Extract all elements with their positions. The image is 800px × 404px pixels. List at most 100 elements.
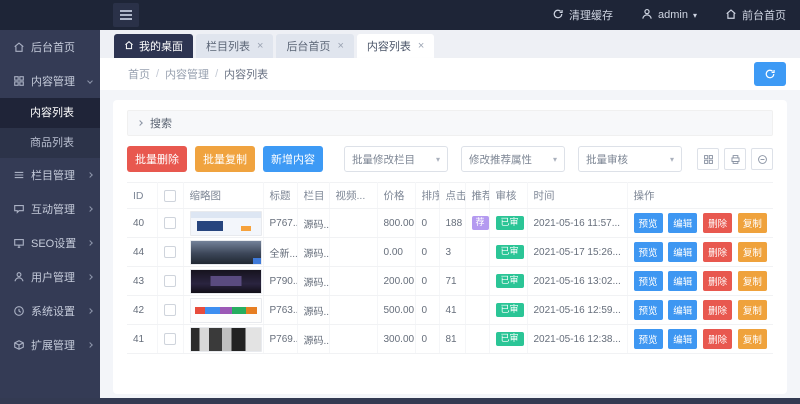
sidebar-item-system-settings[interactable]: 系统设置 <box>0 294 100 328</box>
batch-review-select[interactable]: 批量审核 ▾ <box>578 146 682 172</box>
clear-cache-label: 清理缓存 <box>569 7 613 23</box>
preview-button[interactable]: 预览 <box>634 300 663 320</box>
add-content-button[interactable]: 新增内容 <box>263 146 323 172</box>
cell-clicks: 188 <box>439 209 465 238</box>
cell-id: 42 <box>127 296 157 325</box>
tab-my-desktop[interactable]: 我的桌面 <box>114 34 193 58</box>
delete-button[interactable]: 删除 <box>703 271 732 291</box>
col-actions: 操作 <box>627 183 773 209</box>
edit-button[interactable]: 编辑 <box>668 271 697 291</box>
row-checkbox[interactable] <box>164 246 176 258</box>
row-checkbox[interactable] <box>164 217 176 229</box>
tab-content-list[interactable]: 内容列表 × <box>357 34 434 58</box>
username: admin <box>658 9 688 21</box>
sidebar-item-column-mgmt[interactable]: 栏目管理 <box>0 158 100 192</box>
preview-button[interactable]: 预览 <box>634 242 663 262</box>
user-menu[interactable]: admin ▾ <box>627 0 711 30</box>
preview-button[interactable]: 预览 <box>634 213 663 233</box>
select-all-checkbox[interactable] <box>164 190 176 202</box>
batch-copy-button[interactable]: 批量复制 <box>195 146 255 172</box>
refresh-page-button[interactable] <box>754 62 786 86</box>
cell-time: 2021-05-16 12:59... <box>527 296 627 325</box>
cell-id: 43 <box>127 267 157 296</box>
tab-column-list[interactable]: 栏目列表 × <box>196 34 273 58</box>
sidebar-item-label: 扩展管理 <box>31 337 75 353</box>
delete-button[interactable]: 删除 <box>703 213 732 233</box>
breadcrumb-content-mgmt[interactable]: 内容管理 <box>165 66 209 82</box>
sidebar-item-label: SEO设置 <box>31 235 76 251</box>
cell-clicks: 81 <box>439 325 465 354</box>
thumbnail-image <box>190 240 262 265</box>
sidebar-item-dashboard[interactable]: 后台首页 <box>0 30 100 64</box>
copy-button[interactable]: 复制 <box>738 213 767 233</box>
col-video: 视频... <box>329 183 377 209</box>
print-icon <box>730 154 741 165</box>
copy-button[interactable]: 复制 <box>738 329 767 349</box>
edit-button[interactable]: 编辑 <box>668 213 697 233</box>
batch-modify-column-select[interactable]: 批量修改栏目 ▾ <box>344 146 448 172</box>
table-row: 40 P767... 源码... 800.00 0 188 荐 已审 2021-… <box>127 209 773 238</box>
cell-id: 41 <box>127 325 157 354</box>
clear-cache-button[interactable]: 清理缓存 <box>538 0 627 30</box>
close-icon[interactable]: × <box>337 40 343 52</box>
row-checkbox[interactable] <box>164 275 176 287</box>
bottom-edge <box>0 398 800 404</box>
monitor-icon <box>13 237 25 249</box>
delete-button[interactable]: 删除 <box>703 329 732 349</box>
caret-down-icon: ▾ <box>436 155 440 164</box>
chevron-right-icon <box>87 274 93 280</box>
delete-button[interactable]: 删除 <box>703 300 732 320</box>
breadcrumb-separator: / <box>156 68 159 80</box>
modify-recommend-select[interactable]: 修改推荐属性 ▾ <box>461 146 565 172</box>
tab-label: 内容列表 <box>367 38 411 54</box>
sidebar-item-seo-settings[interactable]: SEO设置 <box>0 226 100 260</box>
close-icon[interactable]: × <box>418 40 424 52</box>
cell-price: 800.00 <box>377 209 415 238</box>
review-badge: 已审 <box>496 303 524 317</box>
col-review: 审核 <box>489 183 527 209</box>
breadcrumb-home[interactable]: 首页 <box>128 66 150 82</box>
breadcrumb-separator: / <box>215 68 218 80</box>
delete-button[interactable]: 删除 <box>703 242 732 262</box>
edit-button[interactable]: 编辑 <box>668 242 697 262</box>
cell-title: P790... <box>263 267 297 296</box>
edit-button[interactable]: 编辑 <box>668 329 697 349</box>
sidebar-item-extension-mgmt[interactable]: 扩展管理 <box>0 328 100 362</box>
export-button[interactable] <box>751 148 773 170</box>
sidebar-item-content-list[interactable]: 内容列表 <box>0 98 100 128</box>
sidebar-item-label: 内容管理 <box>31 73 75 89</box>
sidebar-item-label: 用户管理 <box>31 269 75 285</box>
cell-category: 源码... <box>297 267 329 296</box>
search-collapse-panel[interactable]: 搜索 <box>127 110 773 136</box>
sidebar-item-content-mgmt[interactable]: 内容管理 <box>0 64 100 98</box>
copy-button[interactable]: 复制 <box>738 271 767 291</box>
edit-button[interactable]: 编辑 <box>668 300 697 320</box>
tab-bar: 我的桌面 栏目列表 × 后台首页 × 内容列表 × <box>100 30 800 58</box>
sidebar-item-product-list[interactable]: 商品列表 <box>0 128 100 158</box>
print-button[interactable] <box>724 148 746 170</box>
copy-button[interactable]: 复制 <box>738 300 767 320</box>
search-panel-label: 搜索 <box>150 115 172 131</box>
sidebar-item-label: 后台首页 <box>31 39 75 55</box>
sidebar-item-user-mgmt[interactable]: 用户管理 <box>0 260 100 294</box>
front-home-link[interactable]: 前台首页 <box>711 0 800 30</box>
preview-button[interactable]: 预览 <box>634 329 663 349</box>
sidebar-item-interaction-mgmt[interactable]: 互动管理 <box>0 192 100 226</box>
chevron-right-icon <box>87 240 93 246</box>
batch-delete-button[interactable]: 批量删除 <box>127 146 187 172</box>
tab-admin-home[interactable]: 后台首页 × <box>276 34 353 58</box>
chevron-right-icon <box>87 342 93 348</box>
filter-columns-button[interactable] <box>697 148 719 170</box>
content-card: 搜索 批量删除 批量复制 新增内容 批量修改栏目 ▾ 修改推荐属性 ▾ <box>113 100 787 394</box>
front-home-label: 前台首页 <box>742 7 786 23</box>
row-checkbox[interactable] <box>164 333 176 345</box>
sidebar-item-label: 栏目管理 <box>31 167 75 183</box>
row-checkbox[interactable] <box>164 304 176 316</box>
close-icon[interactable]: × <box>257 40 263 52</box>
preview-button[interactable]: 预览 <box>634 271 663 291</box>
sidebar-toggle-button[interactable] <box>113 3 139 27</box>
copy-button[interactable]: 复制 <box>738 242 767 262</box>
grid-icon <box>13 75 25 87</box>
cell-sort: 0 <box>415 296 439 325</box>
cell-id: 40 <box>127 209 157 238</box>
